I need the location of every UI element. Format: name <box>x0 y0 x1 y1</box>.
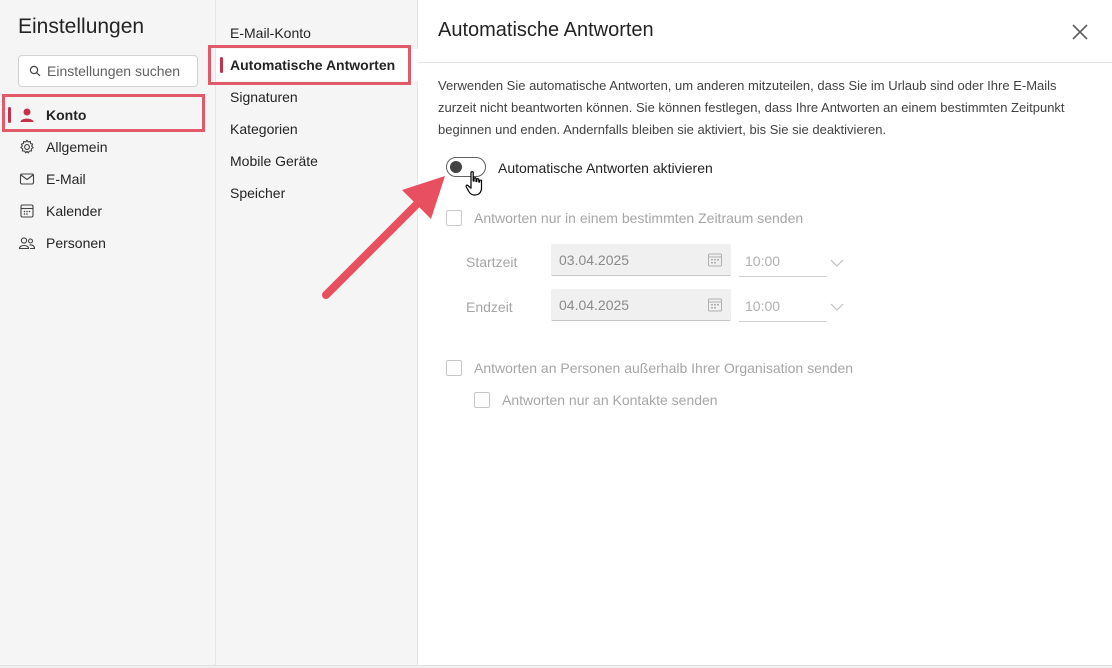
calendar-icon <box>18 202 36 220</box>
auto-reply-toggle[interactable] <box>446 157 486 177</box>
toggle-knob <box>450 161 462 173</box>
sidebar-item-label: Kalender <box>46 203 103 219</box>
subnav-item-email-konto[interactable]: E-Mail-Konto <box>216 17 418 49</box>
sidebar-item-kalender[interactable]: Kalender <box>0 195 216 227</box>
end-time-label: Endzeit <box>466 299 513 315</box>
external-checkbox[interactable] <box>446 360 462 376</box>
external-checkbox-label: Antworten an Personen außerhalb Ihrer Or… <box>474 360 854 376</box>
chevron-down-icon[interactable] <box>830 255 844 267</box>
panel-description: Verwenden Sie automatische Antworten, um… <box>438 78 1065 137</box>
subnav-item-mobile-geraete[interactable]: Mobile Geräte <box>216 145 418 177</box>
settings-title: Einstellungen <box>18 15 145 38</box>
sidebar-item-personen[interactable]: Personen <box>0 227 216 259</box>
sidebar-item-konto[interactable]: Konto <box>0 99 216 131</box>
active-indicator <box>220 57 223 73</box>
gear-icon <box>18 138 36 156</box>
contacts-only-checkbox[interactable] <box>474 392 490 408</box>
subnav-item-signaturen[interactable]: Signaturen <box>216 81 418 113</box>
sidebar-item-label: Personen <box>46 235 106 251</box>
search-icon <box>29 65 41 77</box>
settings-search-box[interactable] <box>18 55 198 87</box>
calendar-icon[interactable] <box>707 252 723 268</box>
person-icon <box>18 106 36 124</box>
title-divider <box>418 62 1112 63</box>
period-checkbox-label: Antworten nur in einem bestimmten Zeitra… <box>474 210 804 226</box>
sidebar-item-allgemein[interactable]: Allgemein <box>0 131 216 163</box>
sidebar-item-email[interactable]: E-Mail <box>0 163 216 195</box>
sidebar-item-label: Konto <box>46 107 87 123</box>
subnav-item-label: Automatische Antworten <box>230 57 396 73</box>
close-button[interactable] <box>1068 20 1092 44</box>
subnav-item-kategorien[interactable]: Kategorien <box>216 113 418 145</box>
contacts-only-checkbox-label: Antworten nur an Kontakte senden <box>502 392 718 408</box>
people-icon <box>18 234 36 252</box>
start-time-label: Startzeit <box>466 254 518 270</box>
auto-reply-toggle-label: Automatische Antworten aktivieren <box>498 160 713 176</box>
end-time-select[interactable]: 10:00 <box>739 290 827 322</box>
mail-icon <box>18 170 36 188</box>
sidebar-item-label: Allgemein <box>46 139 108 155</box>
panel-title: Automatische Antworten <box>438 19 654 41</box>
search-input[interactable] <box>47 63 197 79</box>
end-date-value: 04.04.2025 <box>559 296 630 313</box>
chevron-down-icon[interactable] <box>830 299 844 311</box>
period-checkbox[interactable] <box>446 210 462 226</box>
end-date-field[interactable]: 04.04.2025 <box>551 289 731 321</box>
subnav-item-speicher[interactable]: Speicher <box>216 177 418 209</box>
calendar-icon[interactable] <box>707 297 723 313</box>
start-date-field[interactable]: 03.04.2025 <box>551 244 731 276</box>
close-icon <box>1071 23 1089 41</box>
active-indicator <box>8 107 11 123</box>
start-date-value: 03.04.2025 <box>559 251 630 268</box>
start-time-select[interactable]: 10:00 <box>739 245 827 277</box>
sidebar-item-label: E-Mail <box>46 171 86 187</box>
subnav-item-automatische-antworten[interactable]: Automatische Antworten <box>216 49 418 81</box>
